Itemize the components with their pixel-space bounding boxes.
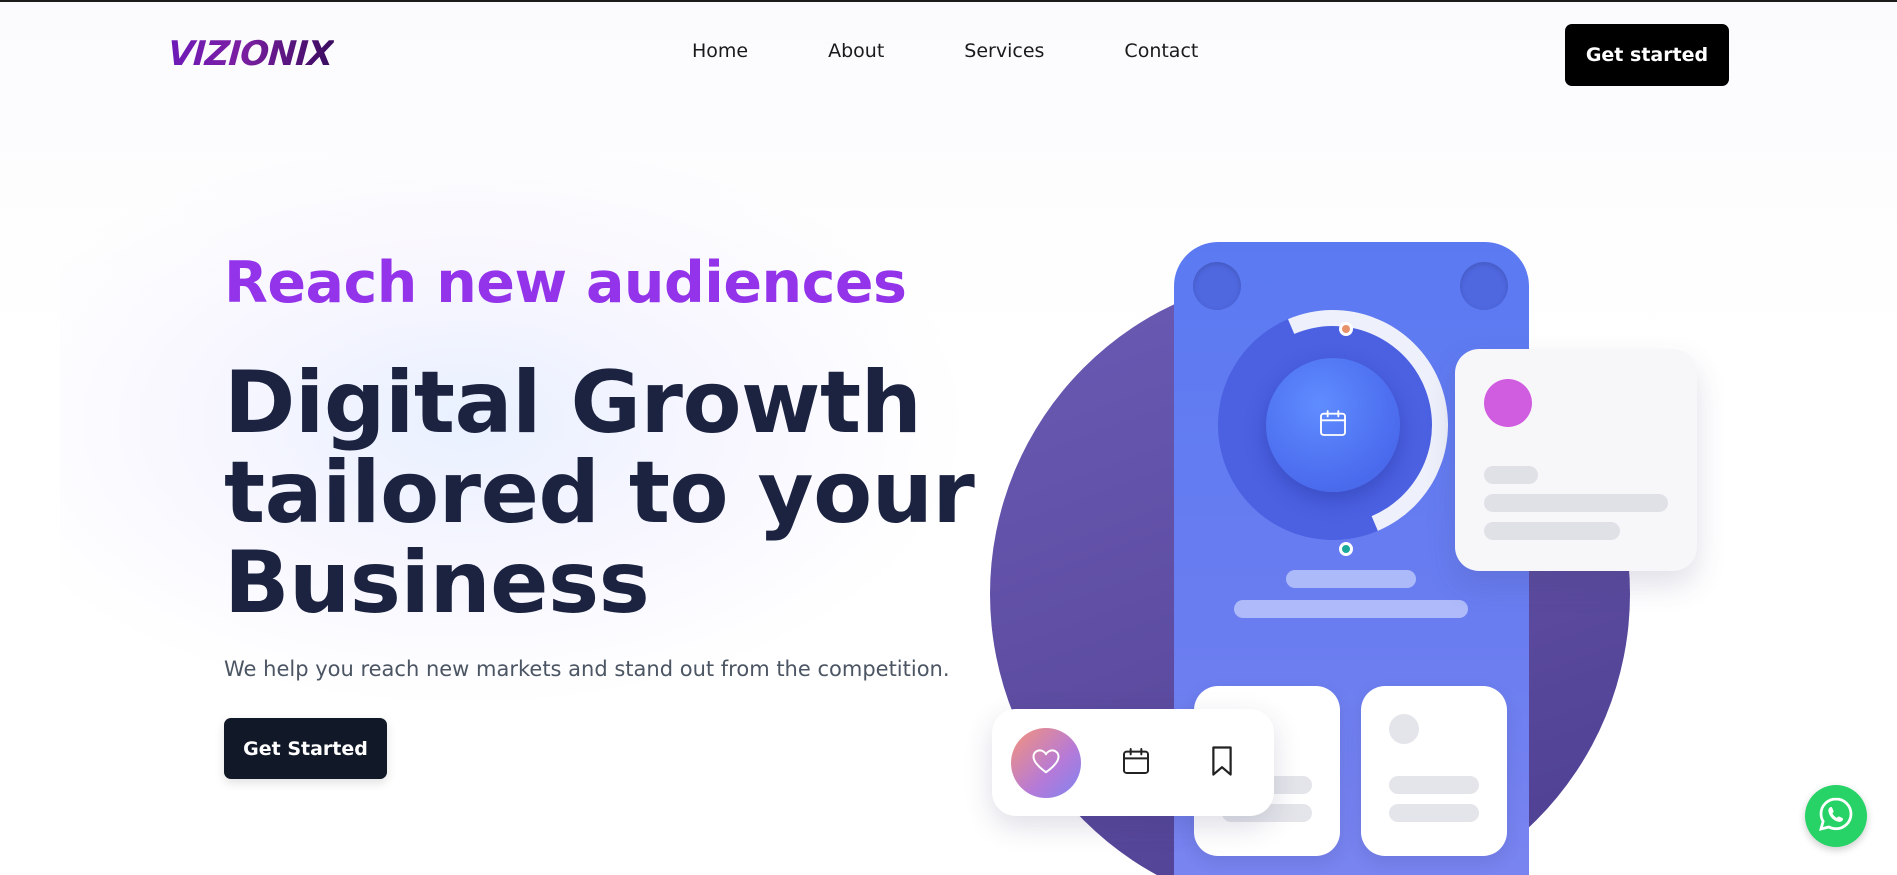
action-toolbar bbox=[992, 709, 1274, 816]
heart-icon bbox=[1031, 747, 1061, 779]
main-navigation: Home About Services Contact bbox=[692, 40, 1278, 62]
phone-text-bar bbox=[1286, 570, 1416, 588]
phone-text-bar bbox=[1234, 600, 1468, 618]
nav-link-home[interactable]: Home bbox=[692, 40, 748, 62]
bookmark-button[interactable] bbox=[1202, 743, 1242, 783]
ring-knob-bottom bbox=[1339, 542, 1353, 556]
top-navbar: VIZIONIX Home About Services Contact Get… bbox=[0, 2, 1897, 108]
phone-mini-card bbox=[1361, 686, 1507, 856]
hero-headline-line-3: Business bbox=[224, 533, 650, 633]
brand-logo[interactable]: VIZIONIX bbox=[167, 32, 334, 76]
whatsapp-icon bbox=[1816, 794, 1856, 838]
mini-card-line bbox=[1389, 804, 1479, 822]
profile-avatar bbox=[1484, 379, 1532, 427]
mini-card-avatar bbox=[1389, 714, 1419, 744]
nav-link-services[interactable]: Services bbox=[964, 40, 1044, 62]
nav-link-contact[interactable]: Contact bbox=[1124, 40, 1198, 62]
ring-knob-top bbox=[1339, 322, 1353, 336]
hero-headline-line-2: tailored to your bbox=[224, 443, 975, 543]
mini-card-line bbox=[1389, 776, 1479, 794]
nav-link-about[interactable]: About bbox=[828, 40, 884, 62]
hero-subtext: We help you reach new markets and stand … bbox=[224, 657, 950, 681]
hero-headline-line-1: Digital Growth bbox=[224, 353, 922, 453]
profile-card-line bbox=[1484, 466, 1538, 484]
profile-card-line bbox=[1484, 494, 1668, 512]
phone-corner-dot bbox=[1460, 262, 1508, 310]
whatsapp-chat-button[interactable] bbox=[1805, 785, 1867, 847]
phone-corner-dot bbox=[1193, 262, 1241, 310]
calendar-icon bbox=[1120, 745, 1152, 781]
logo-wordmark: VIZIONIX bbox=[166, 34, 334, 74]
calendar-icon bbox=[1317, 407, 1349, 443]
like-button[interactable] bbox=[1011, 728, 1081, 798]
calendar-button[interactable] bbox=[1116, 743, 1156, 783]
ring-center bbox=[1266, 358, 1400, 492]
bookmark-icon bbox=[1209, 745, 1235, 781]
get-started-hero-button[interactable]: Get Started bbox=[224, 718, 387, 779]
profile-card bbox=[1455, 349, 1697, 571]
hero-eyebrow: Reach new audiences bbox=[224, 250, 907, 316]
hero-headline: Digital Growth tailored to your Business bbox=[224, 353, 975, 633]
profile-card-line bbox=[1484, 522, 1620, 540]
get-started-nav-button[interactable]: Get started bbox=[1565, 24, 1729, 86]
